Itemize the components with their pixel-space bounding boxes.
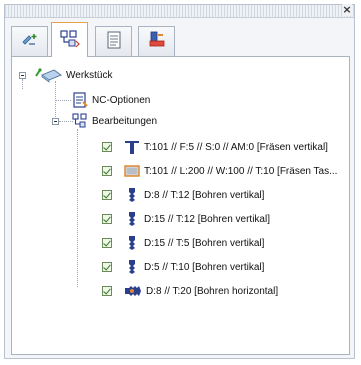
- tree-node-label: NC-Optionen: [92, 94, 151, 106]
- enabled-checkbox[interactable]: [102, 262, 112, 272]
- operations-tree: Werkstück NC-Optionen Bearbeitungen T:10…: [11, 56, 350, 355]
- tree-line: [55, 81, 56, 121]
- enabled-checkbox[interactable]: [102, 166, 112, 176]
- properties-list-icon: [106, 31, 122, 52]
- drill-vertical-icon: [124, 259, 140, 275]
- enabled-checkbox[interactable]: [102, 286, 112, 296]
- operations-collapse-toggle[interactable]: [52, 118, 59, 125]
- tree-node-label: Bearbeitungen: [92, 115, 158, 127]
- tab-operations[interactable]: [51, 22, 88, 57]
- tree-line: [77, 129, 78, 287]
- drill-vertical-icon: [124, 211, 140, 227]
- operation-label: D:8 // T:12 [Bohren vertikal]: [144, 189, 265, 201]
- operation-label: D:8 // T:20 [Bohren horizontal]: [146, 285, 279, 297]
- operation-label: T:101 // F:5 // S:0 // AM:0 [Fräsen vert…: [144, 141, 328, 153]
- operation-row[interactable]: D:5 // T:10 [Bohren vertikal]: [102, 259, 264, 275]
- tool-settings-icon: [148, 31, 166, 52]
- tree-node-nc-options[interactable]: NC-Optionen: [72, 92, 150, 108]
- enabled-checkbox[interactable]: [102, 142, 112, 152]
- operation-row[interactable]: D:8 // T:12 [Bohren vertikal]: [102, 187, 264, 203]
- nc-options-icon: [72, 92, 88, 108]
- tree-line: [55, 100, 71, 101]
- add-tool-icon: [20, 32, 40, 51]
- tree-node-workpiece[interactable]: Werkstück: [34, 67, 113, 83]
- tab-properties[interactable]: [95, 26, 132, 56]
- operation-label: D:15 // T:12 [Bohren vertikal]: [144, 213, 270, 225]
- enabled-checkbox[interactable]: [102, 238, 112, 248]
- tab-add-tool[interactable]: [11, 26, 48, 56]
- operations-panel: × Werkstück NC-Optionen Bearbeitungen T:…: [4, 4, 355, 359]
- tab-tool-settings[interactable]: [138, 26, 175, 56]
- operation-row[interactable]: T:101 // F:5 // S:0 // AM:0 [Fräsen vert…: [102, 139, 328, 155]
- operations-tree-icon: [59, 29, 80, 51]
- operation-row[interactable]: D:8 // T:20 [Bohren horizontal]: [102, 283, 278, 299]
- operation-label: T:101 // L:200 // W:100 // T:10 [Fräsen …: [144, 165, 338, 177]
- tree-node-operations[interactable]: Bearbeitungen: [72, 113, 157, 129]
- operation-row[interactable]: D:15 // T:12 [Bohren vertikal]: [102, 211, 270, 227]
- root-collapse-toggle[interactable]: [19, 72, 26, 79]
- drill-vertical-icon: [124, 187, 140, 203]
- close-icon[interactable]: ×: [342, 4, 352, 16]
- enabled-checkbox[interactable]: [102, 190, 112, 200]
- panel-titlebar[interactable]: ×: [5, 4, 354, 18]
- tree-node-label: Werkstück: [66, 69, 113, 81]
- milling-tool-icon: [124, 139, 140, 155]
- workpiece-icon: [34, 67, 62, 83]
- operation-label: D:5 // T:10 [Bohren vertikal]: [144, 261, 265, 273]
- operation-row[interactable]: D:15 // T:5 [Bohren vertikal]: [102, 235, 264, 251]
- operation-label: D:15 // T:5 [Bohren vertikal]: [144, 237, 265, 249]
- tree-line: [22, 79, 23, 89]
- enabled-checkbox[interactable]: [102, 214, 112, 224]
- panel-tabs: [11, 22, 354, 57]
- operation-row[interactable]: T:101 // L:200 // W:100 // T:10 [Fräsen …: [102, 163, 337, 179]
- tree-line: [59, 121, 73, 122]
- drill-vertical-icon: [124, 235, 140, 251]
- pocket-milling-icon: [124, 163, 140, 179]
- operations-group-icon: [72, 113, 88, 129]
- drill-horizontal-icon: [124, 283, 142, 299]
